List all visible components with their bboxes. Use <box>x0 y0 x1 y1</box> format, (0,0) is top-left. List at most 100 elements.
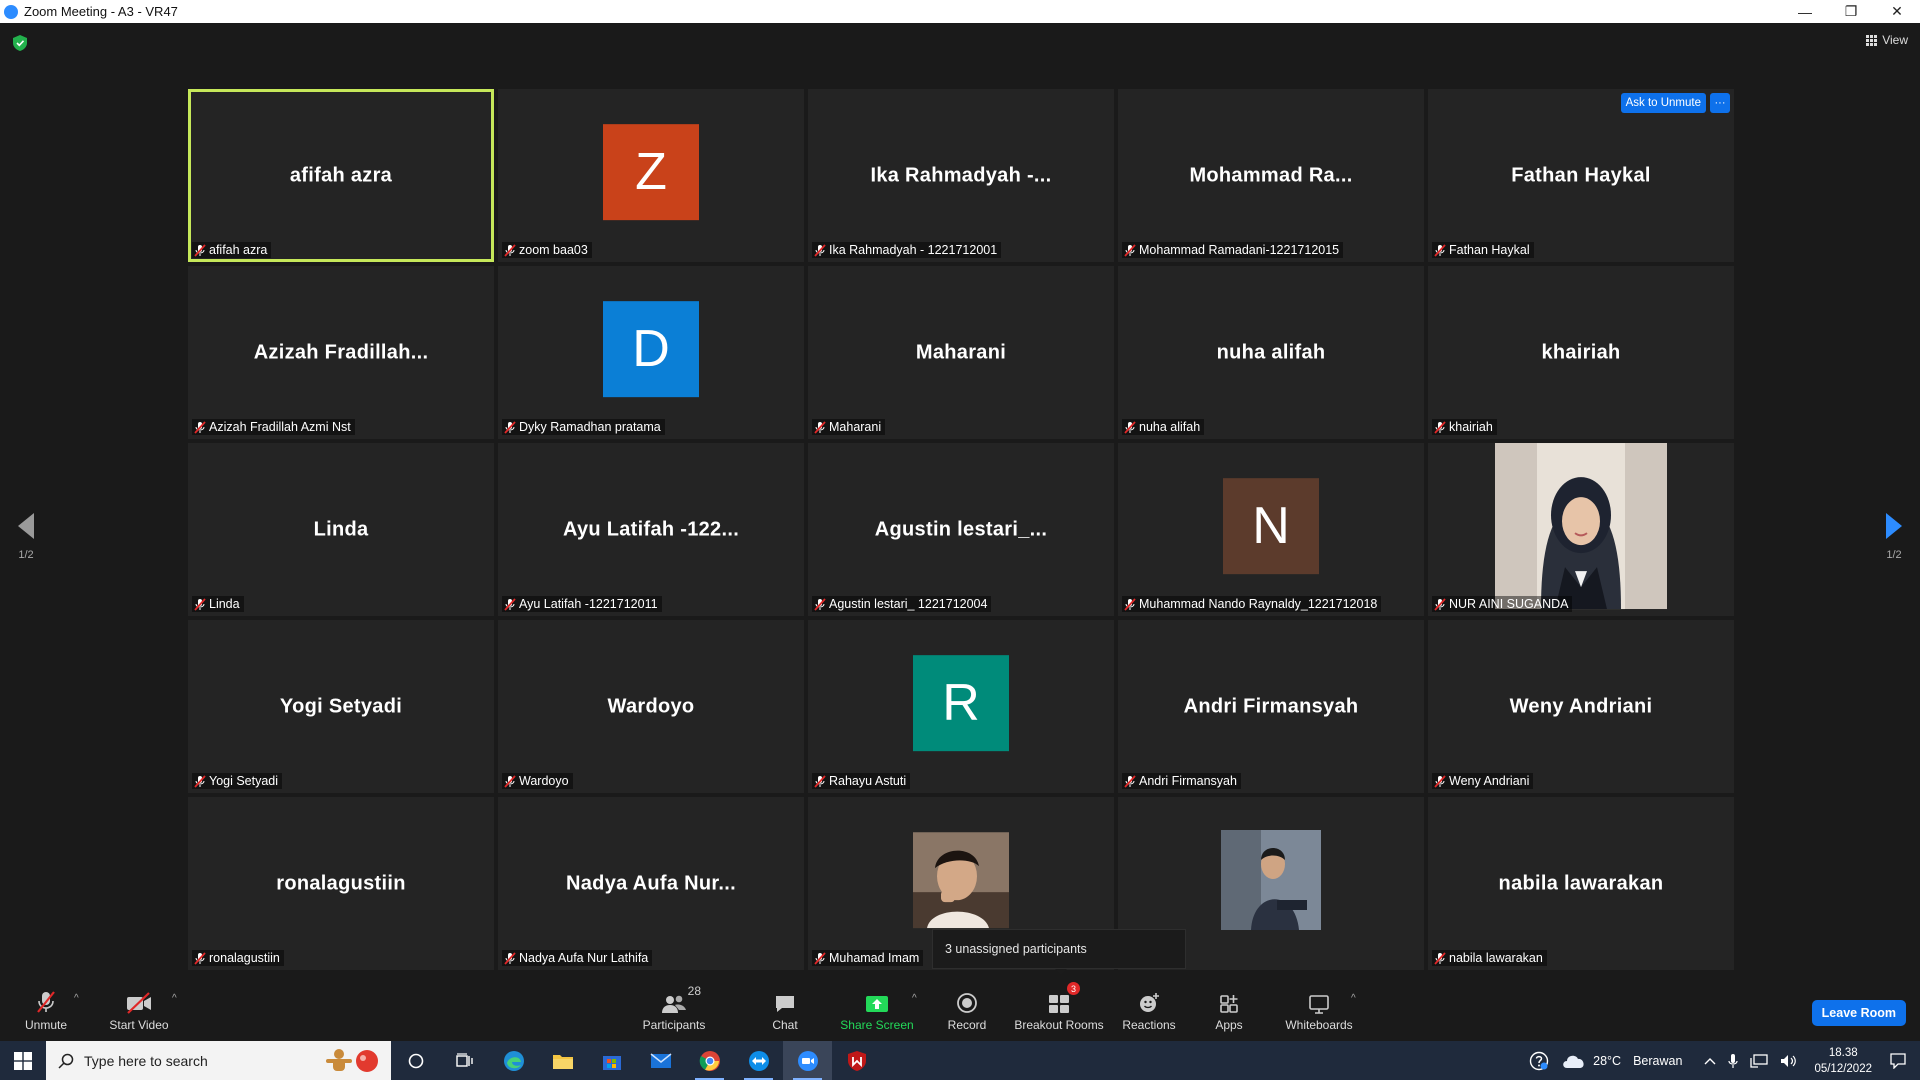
muted-mic-icon <box>194 597 206 611</box>
taskbar-chrome[interactable] <box>685 1041 734 1080</box>
encryption-shield-icon[interactable] <box>13 35 27 51</box>
taskbar-mail[interactable] <box>636 1041 685 1080</box>
participant-tile[interactable]: nuha alifah nuha alifah <box>1118 266 1424 439</box>
taskbar-edge[interactable] <box>489 1041 538 1080</box>
participant-display-name: Nadya Aufa Nur... <box>566 872 736 894</box>
breakout-rooms-badge: 3 <box>1067 982 1080 995</box>
participant-tile[interactable]: Wardoyo Wardoyo <box>498 620 804 793</box>
participant-tile[interactable]: D Dyky Ramadhan pratama <box>498 266 804 439</box>
participant-name: Azizah Fradillah Azmi Nst <box>209 420 351 434</box>
edge-browser-icon <box>503 1050 524 1071</box>
taskbar-search-box[interactable]: Type here to search <box>46 1041 391 1080</box>
taskbar-microsoft-store[interactable] <box>587 1041 636 1080</box>
participant-tile[interactable]: NUR AINI SUGANDA <box>1428 443 1734 616</box>
breakout-rooms-button[interactable]: 3 Breakout Rooms <box>1012 979 1106 1041</box>
participant-name-label: Wardoyo <box>502 773 573 789</box>
participants-button[interactable]: 28 Participants <box>638 979 710 1041</box>
record-button[interactable]: Record <box>942 979 992 1041</box>
participant-tile[interactable]: Linda Linda <box>188 443 494 616</box>
participant-profile-photo <box>1221 829 1321 930</box>
next-page-button[interactable]: 1/2 <box>1886 513 1902 561</box>
participant-tile[interactable]: Andri Firmansyah Andri Firmansyah <box>1118 620 1424 793</box>
reactions-button[interactable]: Reactions <box>1118 979 1180 1041</box>
close-button[interactable]: ✕ <box>1874 0 1920 23</box>
participant-avatar: D <box>603 300 699 397</box>
participant-tile[interactable]: Fathan Haykal Ask to Unmute ··· Fathan Hayk… <box>1428 89 1734 262</box>
unmute-button[interactable]: Unmute <box>20 979 72 1041</box>
tray-microphone[interactable] <box>1722 1041 1744 1080</box>
participant-tile[interactable]: Ayu Latifah -122... Ayu Latifah -12217120… <box>498 443 804 616</box>
participant-name: Linda <box>209 597 240 611</box>
participant-tile[interactable]: afifah azra afifah azra <box>188 89 494 262</box>
tray-network[interactable] <box>1744 1041 1774 1080</box>
participant-tile[interactable]: Zzoom baa03 <box>498 89 804 262</box>
taskbar-zoom[interactable] <box>783 1041 832 1080</box>
taskbar-mcafee[interactable] <box>832 1041 881 1080</box>
share-screen-button[interactable]: Share Screen <box>838 979 916 1041</box>
participant-name: Muhammad Nando Raynaldy_1221712018 <box>1139 597 1378 611</box>
record-label: Record <box>947 1018 987 1032</box>
muted-mic-icon <box>194 951 206 965</box>
whiteboards-options-caret[interactable]: ^ <box>1351 993 1356 1004</box>
chat-label: Chat <box>772 1018 798 1032</box>
participant-tile[interactable]: khairiah khairiah <box>1428 266 1734 439</box>
video-options-caret[interactable]: ^ <box>172 993 177 1004</box>
participant-tile[interactable]: Nadya Aufa Nur... Nadya Aufa Nur Lathifa <box>498 797 804 970</box>
participant-tile[interactable]: R Rahayu Astuti <box>808 620 1114 793</box>
leave-room-button[interactable]: Leave Room <box>1811 1000 1906 1026</box>
more-options-button[interactable]: ··· <box>1710 93 1730 113</box>
task-view-button[interactable] <box>440 1041 489 1080</box>
chrome-browser-icon <box>699 1050 720 1071</box>
participant-display-name: nabila lawarakan <box>1498 872 1664 894</box>
participant-tile[interactable]: N Muhammad Nando Raynaldy_1221712018 <box>1118 443 1424 616</box>
taskbar-clock[interactable]: 18.38 05/12/2022 <box>1804 1041 1882 1080</box>
participant-tile[interactable]: Weny Andriani Weny Andriani <box>1428 620 1734 793</box>
chat-bubble-icon <box>776 996 794 1012</box>
whiteboards-button[interactable]: Whiteboards <box>1284 979 1354 1041</box>
share-options-caret[interactable]: ^ <box>912 993 917 1004</box>
participant-avatar: N <box>1223 477 1319 574</box>
windows-start-button[interactable] <box>0 1041 46 1080</box>
minimize-button[interactable]: — <box>1782 0 1828 23</box>
restore-button[interactable]: ❐ <box>1828 0 1874 23</box>
clock-date: 05/12/2022 <box>1814 1062 1872 1075</box>
cortana-button[interactable] <box>391 1041 440 1080</box>
tray-help-icon-wrap[interactable] <box>1523 1041 1555 1080</box>
participant-name-label: Ika Rahmadyah - 1221712001 <box>812 242 1002 258</box>
muted-mic-icon <box>1124 597 1136 611</box>
tray-volume[interactable] <box>1774 1041 1804 1080</box>
participant-name: nuha alifah <box>1139 420 1201 434</box>
weather-temperature: 28°C <box>1593 1053 1622 1068</box>
participant-tile[interactable]: Ika Rahmadyah -... Ika Rahmadyah - 122171… <box>808 89 1114 262</box>
participant-name-label: khairiah <box>1432 419 1497 435</box>
previous-page-button[interactable]: 1/2 <box>18 513 34 561</box>
weather-widget[interactable]: 28°C Berawan <box>1555 1041 1688 1080</box>
taskbar-teamviewer[interactable] <box>734 1041 783 1080</box>
chat-button[interactable]: Chat <box>762 979 808 1041</box>
view-button[interactable]: View <box>1866 33 1908 47</box>
audio-options-caret[interactable]: ^ <box>74 993 79 1004</box>
start-video-button[interactable]: Start Video <box>106 979 172 1041</box>
participant-tile[interactable]: Yogi Setyadi Yogi Setyadi <box>188 620 494 793</box>
participant-tile[interactable]: Azizah Fradillah... Azizah Fradillah Azmi… <box>188 266 494 439</box>
participant-tile[interactable]: Mohammad Ra... Mohammad Ramadani-12217120… <box>1118 89 1424 262</box>
window-title: Zoom Meeting - A3 - VR47 <box>24 4 178 19</box>
participant-tile[interactable]: ronalagustiin ronalagustiin <box>188 797 494 970</box>
show-hidden-icons-button[interactable] <box>1688 1041 1722 1080</box>
participant-name-label: Azizah Fradillah Azmi Nst <box>192 419 355 435</box>
taskbar-file-explorer[interactable] <box>538 1041 587 1080</box>
ask-to-unmute-button[interactable]: Ask to Unmute <box>1620 93 1706 113</box>
windows-taskbar: Type here to search 28°C Berawan 18.38 0… <box>0 1041 1920 1080</box>
action-center-button[interactable] <box>1882 1041 1920 1080</box>
participant-profile-photo <box>1495 443 1667 609</box>
video-camera-off-icon <box>127 992 151 1014</box>
whiteboard-icon <box>1309 995 1329 1014</box>
participant-tile[interactable]: nabila lawarakan nabila lawarakan <box>1428 797 1734 970</box>
participant-tile[interactable]: Maharani Maharani <box>808 266 1114 439</box>
apps-button[interactable]: Apps <box>1210 979 1248 1041</box>
participant-tile[interactable]: Agustin lestari_... Agustin lestari_ 1221… <box>808 443 1114 616</box>
participant-name: NUR AINI SUGANDA <box>1449 597 1569 611</box>
participant-name: Nadya Aufa Nur Lathifa <box>519 951 649 965</box>
participant-display-name: Andri Firmansyah <box>1183 695 1359 717</box>
muted-mic-icon <box>1124 420 1136 434</box>
